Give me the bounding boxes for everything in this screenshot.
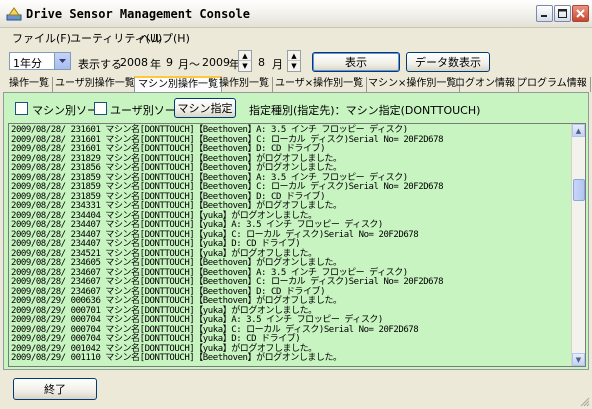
close-button[interactable] [572, 5, 589, 22]
log-line: 2009/08/28/ 234607 マシン名[DONTTOUCH]【Beeth… [11, 277, 444, 287]
display-label: 表示する [78, 58, 122, 71]
log-line: 2009/08/29/ 000636 マシン名[DONTTOUCH]【Beeth… [11, 296, 342, 306]
show-button[interactable]: 表示 [312, 52, 400, 72]
log-list[interactable]: 2009/08/28/ 231601 マシン名[DONTTOUCH]【Beeth… [8, 123, 586, 367]
to-year: 2009 [202, 56, 230, 69]
menu-bar: ファイル(F) ユーティリティ(U) ヘルプ(H) [0, 28, 592, 46]
to-month: 8 [258, 56, 265, 69]
app-icon [6, 7, 22, 21]
tab-strip: 操作一覧 ユーザ別操作一覧 マシン別操作一覧 操作別一覧 ユーザ×操作別一覧 マ… [0, 76, 592, 93]
log-line: 2009/08/28/ 231601 マシン名[DONTTOUCH]【Beeth… [11, 125, 408, 135]
spinner-up-icon[interactable]: ▲ [239, 51, 251, 61]
log-line: 2009/08/28/ 234407 マシン名[DONTTOUCH]【yuka】… [11, 229, 419, 240]
menu-help[interactable]: ヘルプ(H) [140, 30, 190, 46]
log-line: 2009/08/28/ 234331 マシン名[DONTTOUCH]【Beeth… [11, 201, 342, 211]
log-line: 2009/08/28/ 234521 マシン名[DONTTOUCH]【yuka】… [11, 248, 317, 259]
log-line: 2009/08/28/ 234605 マシン名[DONTTOUCH]【Beeth… [11, 258, 342, 268]
data-count-button[interactable]: データ数表示 [406, 52, 490, 72]
from-month: 9 [166, 56, 173, 69]
filter-info-text: 指定種別(指定先)：マシン指定(DONTTOUCH) [249, 104, 481, 117]
log-line: 2009/08/28/ 234607 マシン名[DONTTOUCH]【Beeth… [11, 267, 408, 278]
month-unit: 月 [272, 58, 283, 71]
date-range-toolbar: 1年分 表示する 2008 年 9 月～ 2009 年 ▲ ▼ 8 月 ▲ ▼ … [0, 48, 592, 74]
log-line: 2009/08/29/ 000701 マシン名[DONTTOUCH]【yuka】… [11, 305, 317, 316]
to-month-spinner[interactable]: ▲ ▼ [287, 50, 301, 72]
from-month-spinner[interactable]: ▲ ▼ [238, 50, 252, 72]
log-line: 2009/08/28/ 231859 マシン名[DONTTOUCH]【Beeth… [11, 191, 326, 202]
tab-user-operations[interactable]: ユーザ別操作一覧 [52, 77, 139, 92]
tab-user-x-operation[interactable]: ユーザ×操作別一覧 [272, 77, 368, 92]
log-line: 2009/08/29/ 000704 マシン名[DONTTOUCH]【yuka】… [11, 315, 383, 325]
log-line: 2009/08/29/ 001042 マシン名[DONTTOUCH]【yuka】… [11, 343, 317, 354]
maximize-icon [558, 9, 567, 18]
spinner-down-icon[interactable]: ▼ [239, 61, 251, 71]
log-scrollbar[interactable]: ▲ ▼ [571, 124, 585, 366]
log-line: 2009/08/29/ 000704 マシン名[DONTTOUCH]【yuka】… [11, 334, 301, 344]
scroll-down-icon[interactable]: ▼ [572, 353, 585, 366]
exit-button[interactable]: 終了 [13, 378, 97, 400]
machine-sort-checkbox[interactable] [15, 102, 28, 115]
period-select-value: 1年分 [13, 57, 42, 70]
year-unit-1: 年 [150, 58, 161, 71]
spinner-down-icon[interactable]: ▼ [288, 61, 300, 71]
menu-file[interactable]: ファイル(F) [12, 30, 71, 46]
window-title: Drive Sensor Management Console [26, 7, 250, 21]
minimize-icon [541, 15, 547, 17]
minimize-button[interactable] [536, 5, 553, 22]
log-line: 2009/08/29/ 000704 マシン名[DONTTOUCH]【yuka】… [11, 324, 419, 335]
tab-operations[interactable]: 操作一覧 [6, 77, 53, 92]
log-line: 2009/08/28/ 231856 マシン名[DONTTOUCH]【Beeth… [11, 163, 342, 173]
chevron-down-icon[interactable] [54, 53, 70, 69]
user-sort-checkbox[interactable] [94, 102, 107, 115]
month-tilde: 月～ [178, 58, 200, 71]
log-line: 2009/08/28/ 234407 マシン名[DONTTOUCH]【yuka】… [11, 239, 301, 249]
from-year: 2008 [120, 56, 148, 69]
log-line: 2009/08/28/ 231859 マシン名[DONTTOUCH]【Beeth… [11, 172, 408, 183]
log-line: 2009/08/28/ 234607 マシン名[DONTTOUCH]【Beeth… [11, 286, 326, 297]
title-bar[interactable]: Drive Sensor Management Console [0, 0, 592, 28]
tab-operation-type[interactable]: 操作別一覧 [216, 77, 273, 92]
log-line: 2009/08/28/ 231601 マシン名[DONTTOUCH]【Beeth… [11, 134, 444, 145]
resize-grip-icon[interactable] [580, 397, 590, 407]
tab-program-info[interactable]: プログラム情報 [514, 77, 591, 92]
period-select[interactable]: 1年分 [9, 52, 71, 70]
log-line: 2009/08/28/ 231601 マシン名[DONTTOUCH]【Beeth… [11, 144, 326, 154]
log-line: 2009/08/28/ 231859 マシン名[DONTTOUCH]【Beeth… [11, 182, 444, 192]
spinner-up-icon[interactable]: ▲ [288, 51, 300, 61]
log-line: 2009/08/28/ 234404 マシン名[DONTTOUCH]【yuka】… [11, 210, 317, 221]
maximize-button[interactable] [554, 5, 571, 22]
scroll-thumb[interactable] [573, 179, 585, 201]
scroll-up-icon[interactable]: ▲ [572, 124, 585, 137]
tab-machine-x-operation[interactable]: マシン×操作別一覧 [365, 77, 461, 92]
close-icon [576, 9, 585, 18]
machine-operations-panel: マシン別ソート ユーザ別ソート マシン指定 指定種別(指定先)：マシン指定(DO… [3, 92, 589, 370]
tab-logon-info[interactable]: ログオン情報 [452, 77, 519, 92]
log-line: 2009/08/29/ 001110 マシン名[DONTTOUCH]【Beeth… [11, 353, 342, 363]
machine-specify-button[interactable]: マシン指定 [174, 98, 236, 118]
log-line: 2009/08/28/ 231829 マシン名[DONTTOUCH]【Beeth… [11, 153, 342, 164]
main-window: Drive Sensor Management Console ファイル(F) … [0, 0, 592, 409]
tab-machine-operations[interactable]: マシン別操作一覧 [134, 76, 222, 93]
log-line: 2009/08/28/ 234407 マシン名[DONTTOUCH]【yuka】… [11, 220, 383, 230]
filter-row: マシン別ソート ユーザ別ソート マシン指定 指定種別(指定先)：マシン指定(DO… [4, 93, 588, 120]
